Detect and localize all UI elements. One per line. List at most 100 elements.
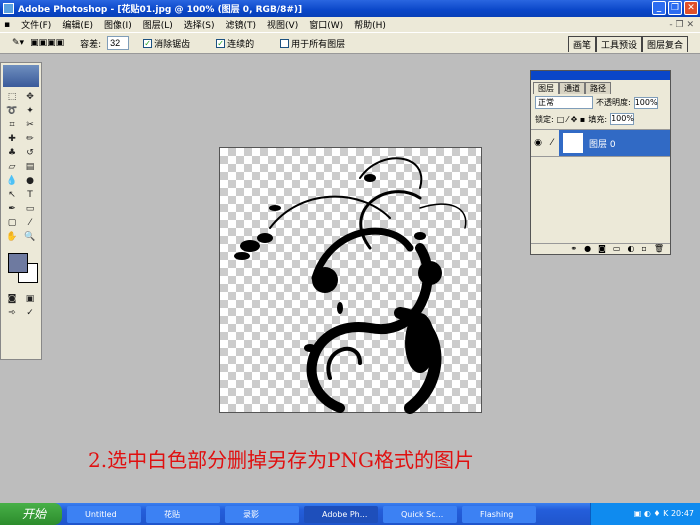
- tab-layers[interactable]: 图层: [533, 82, 559, 94]
- eyedropper-icon[interactable]: ⁄: [22, 218, 38, 230]
- screen-mode-icon[interactable]: ▣: [22, 294, 38, 306]
- mask-icon[interactable]: ◙: [598, 244, 606, 254]
- tab-brushes[interactable]: 画笔: [567, 36, 596, 52]
- hand-tool-icon[interactable]: ✋: [4, 232, 20, 244]
- shape-tool-icon[interactable]: ▭: [22, 204, 38, 216]
- path-select-icon[interactable]: ↖: [4, 190, 20, 202]
- move-tool-icon[interactable]: ✥: [22, 92, 38, 104]
- color-swatches[interactable]: [5, 251, 38, 287]
- pen-tool-icon[interactable]: ✒: [4, 204, 20, 216]
- caption-text: 2.选中白色部分删掉另存为PNG格式的图片: [88, 448, 475, 472]
- menu-bar: ▪ 文件(F) 编辑(E) 图像(I) 图层(L) 选择(S) 滤镜(T) 视图…: [0, 17, 700, 32]
- checkmark-icon: ✓: [143, 38, 153, 48]
- menu-image[interactable]: 图像(I): [104, 18, 132, 31]
- tab-channels[interactable]: 通道: [559, 82, 585, 94]
- jump-icon[interactable]: ✓: [22, 308, 38, 320]
- fill-input[interactable]: 100%: [610, 113, 635, 125]
- crop-tool-icon[interactable]: ⌗: [4, 120, 20, 132]
- photoshop-icon: [3, 3, 14, 14]
- panel-header[interactable]: [531, 71, 670, 80]
- system-tray: ▣ ◐ ♦ K 20:47: [590, 503, 700, 525]
- opacity-input[interactable]: 100%: [633, 96, 658, 109]
- layers-panel: 图层 通道 路径 正常 不透明度: 100% 锁定: □ ⁄ ✥ ▪ 填充: 1…: [530, 70, 671, 255]
- adjustment-icon[interactable]: ◐: [627, 244, 634, 254]
- zoom-tool-icon[interactable]: 🔍: [22, 232, 38, 244]
- selection-mode-icons[interactable]: ▣▣▣▣: [30, 38, 64, 48]
- dodge-tool-icon[interactable]: ●: [22, 176, 38, 188]
- tab-paths[interactable]: 路径: [585, 82, 611, 94]
- eraser-tool-icon[interactable]: ▱: [4, 162, 20, 174]
- floral-artwork: [234, 157, 467, 414]
- lasso-tool-icon[interactable]: ➰: [4, 106, 20, 118]
- stamp-tool-icon[interactable]: ♣: [4, 148, 20, 160]
- menu-filter[interactable]: 滤镜(T): [226, 18, 257, 31]
- gradient-tool-icon[interactable]: ▤: [22, 162, 38, 174]
- contiguous-checkbox[interactable]: ✓ 连续的: [216, 37, 254, 50]
- foreground-color[interactable]: [8, 253, 28, 273]
- tolerance-label: 容差:: [80, 39, 102, 50]
- menu-edit[interactable]: 编辑(E): [62, 18, 93, 31]
- menu-file[interactable]: 文件(F): [21, 18, 51, 31]
- options-bar: ✎▾ ▣▣▣▣ 容差: ✓消除锯齿 ✓连续的 用于所有图层 画笔 工具预设 图层…: [0, 32, 700, 54]
- doc-icon: ▪: [4, 19, 11, 30]
- quick-mask-icon[interactable]: ◙: [4, 294, 20, 306]
- antialias-label: 消除锯齿: [154, 39, 191, 50]
- history-brush-icon[interactable]: ↺: [22, 148, 38, 160]
- brush-tool-icon[interactable]: ✏: [22, 134, 38, 146]
- menu-layer[interactable]: 图层(L): [143, 18, 173, 31]
- link-icon[interactable]: ⚭: [570, 244, 577, 254]
- restore-button[interactable]: ❐: [668, 1, 682, 15]
- taskbar: 开始 Untitled 花贴 录影 Adobe Ph... Quick Sc..…: [0, 503, 700, 525]
- start-button[interactable]: 开始: [0, 503, 62, 525]
- marquee-tool-icon[interactable]: ⬚: [4, 92, 20, 104]
- contiguous-label: 连续的: [227, 39, 255, 50]
- tolerance-input[interactable]: [107, 36, 130, 50]
- brush-icon: ⁄: [551, 138, 553, 148]
- menu-select[interactable]: 选择(S): [184, 18, 215, 31]
- folder-icon[interactable]: ▭: [613, 244, 621, 254]
- layers-footer: ⚭ ● ◙ ▭ ◐ ▫ 🗑: [531, 243, 670, 254]
- imageready-icon[interactable]: ➾: [4, 308, 20, 320]
- task-untitled[interactable]: Untitled: [67, 505, 141, 523]
- all-layers-label: 用于所有图层: [291, 39, 346, 50]
- minimize-button[interactable]: _: [652, 1, 666, 15]
- document-canvas[interactable]: [219, 147, 482, 414]
- antialias-checkbox[interactable]: ✓ 消除锯齿: [143, 37, 190, 50]
- task-flashing[interactable]: Flashing: [462, 505, 536, 523]
- tab-tool-presets[interactable]: 工具预设: [595, 36, 642, 52]
- magic-wand-icon[interactable]: ✎▾: [12, 38, 24, 48]
- lock-icons[interactable]: □ ⁄ ✥ ▪: [557, 115, 586, 124]
- document-controls[interactable]: - ❐ ✕: [669, 20, 694, 30]
- blur-tool-icon[interactable]: 💧: [4, 176, 20, 188]
- layer-name: 图层 0: [589, 139, 616, 150]
- all-layers-checkbox[interactable]: 用于所有图层: [280, 37, 345, 50]
- task-folder-luying[interactable]: 录影: [225, 505, 299, 523]
- eye-icon[interactable]: ◉: [531, 138, 545, 148]
- toolbox: ⬚ ✥ ➰ ✦ ⌗ ✂ ✚ ✏ ♣ ↺ ▱ ▤ 💧 ● ↖ T ✒ ▭ ▢ ⁄ ✋ 🔍 ◙ ▣ ➾ ✓: [0, 62, 42, 360]
- menu-window[interactable]: 窗口(W): [309, 18, 343, 31]
- trash-icon[interactable]: 🗑: [654, 244, 664, 254]
- menu-view[interactable]: 视图(V): [267, 18, 298, 31]
- magic-wand-tool-icon[interactable]: ✦: [22, 106, 38, 118]
- new-layer-icon[interactable]: ▫: [641, 244, 646, 254]
- feather-logo: [3, 65, 39, 87]
- notes-tool-icon[interactable]: ▢: [4, 218, 20, 230]
- window-title: Adobe Photoshop - [花贴01.jpg @ 100% (图层 0…: [18, 5, 303, 15]
- type-tool-icon[interactable]: T: [22, 190, 38, 202]
- style-icon[interactable]: ●: [584, 244, 591, 254]
- title-bar: Adobe Photoshop - [花贴01.jpg @ 100% (图层 0…: [0, 0, 700, 17]
- task-quick-screen[interactable]: Quick Sc...: [383, 505, 457, 523]
- task-folder-huatie[interactable]: 花贴: [146, 505, 220, 523]
- menu-help[interactable]: 帮助(H): [354, 18, 386, 31]
- slice-tool-icon[interactable]: ✂: [22, 120, 38, 132]
- tray-icons[interactable]: ▣ ◐ ♦ K: [634, 509, 671, 518]
- blend-mode-select[interactable]: 正常: [535, 96, 593, 109]
- tab-layer-comps[interactable]: 图层复合: [641, 36, 688, 52]
- fill-label: 填充:: [588, 114, 608, 124]
- task-photoshop[interactable]: Adobe Ph...: [304, 505, 378, 523]
- healing-tool-icon[interactable]: ✚: [4, 134, 20, 146]
- layer-row[interactable]: ◉ ⁄ 图层 0: [531, 129, 670, 157]
- clock: 20:47: [670, 509, 694, 518]
- close-button[interactable]: ✕: [684, 1, 698, 15]
- checkbox-box: [280, 38, 290, 48]
